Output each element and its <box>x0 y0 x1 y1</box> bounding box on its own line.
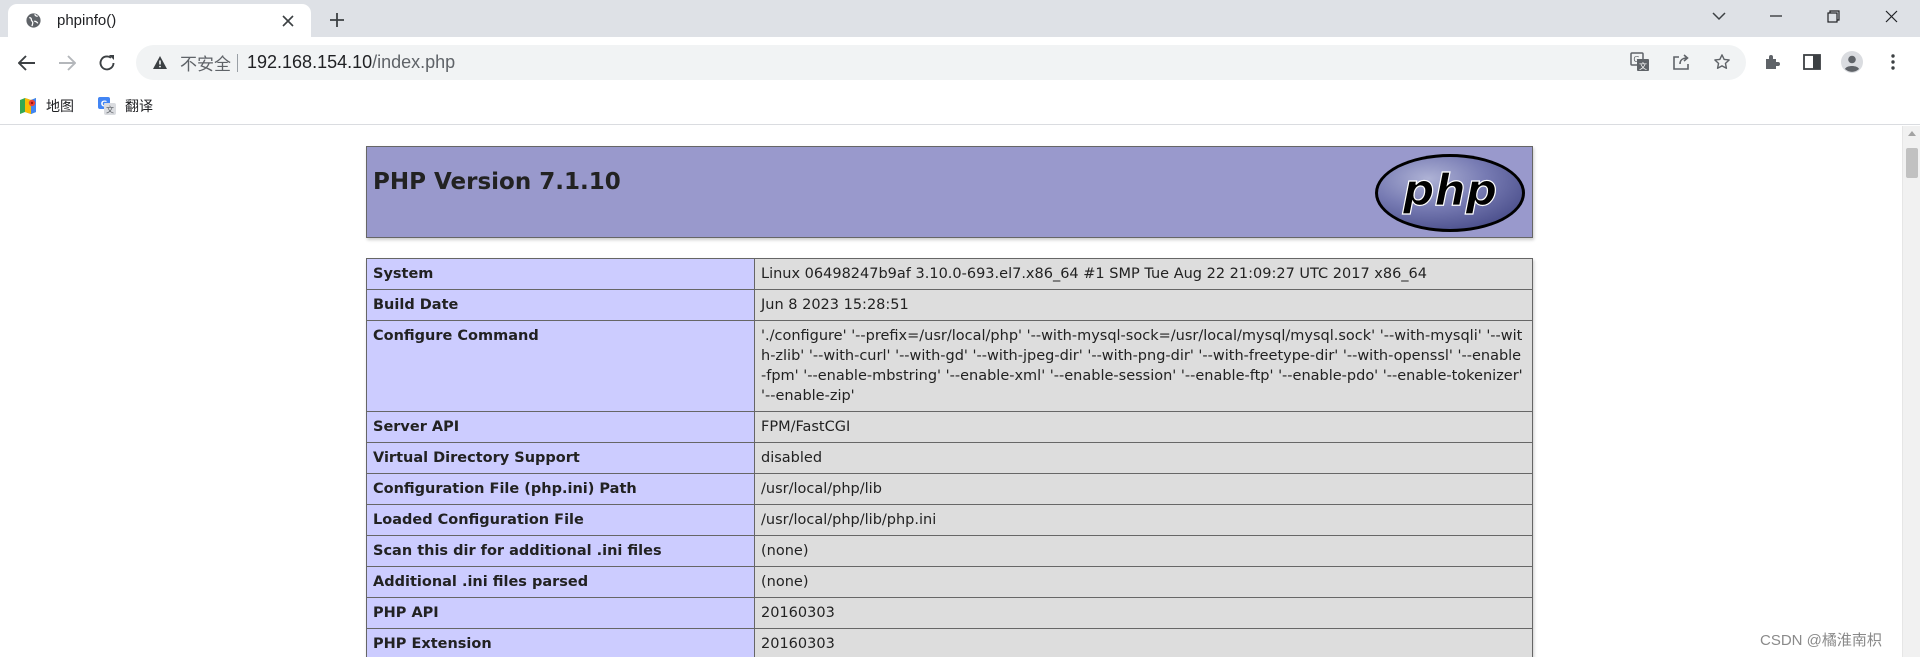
table-row: Additional .ini files parsed (none) <box>366 566 1533 598</box>
tab-title: phpinfo() <box>57 12 117 29</box>
table-row: PHP Extension 20160303 <box>366 628 1533 657</box>
reload-button[interactable] <box>90 46 124 80</box>
watermark: CSDN @橘淮南枳 <box>1760 632 1882 649</box>
security-label[interactable]: 不安全 <box>180 50 231 75</box>
row-value: './configure' '--prefix=/usr/local/php' … <box>754 320 1533 412</box>
tab-strip: phpinfo() <box>0 0 1920 37</box>
svg-text:文: 文 <box>1639 61 1647 71</box>
row-value: 20160303 <box>754 628 1533 657</box>
table-row: Configuration File (php.ini) Path/usr/lo… <box>366 473 1533 505</box>
extensions-icon[interactable] <box>1755 45 1789 79</box>
url-path: /index.php <box>372 52 456 72</box>
row-value: /usr/local/php/lib/php.ini <box>754 504 1533 536</box>
row-key: Virtual Directory Support <box>366 442 755 474</box>
new-tab-button[interactable] <box>322 5 352 35</box>
row-value: 20160303 <box>754 597 1533 629</box>
table-row: Loaded Configuration File/usr/local/php/… <box>366 504 1533 536</box>
table-row: Virtual Directory Support disabled <box>366 442 1533 474</box>
bookmark-translate[interactable]: G文 翻译 <box>98 92 153 120</box>
tab-close-icon[interactable] <box>277 10 299 32</box>
php-info-table: System Linux 06498247b9af 3.10.0-693.el7.… <box>366 258 1533 657</box>
address-bar[interactable]: 不安全 192.168.154.10/index.php <box>136 45 1746 80</box>
back-button[interactable] <box>10 46 44 80</box>
page-scrollbar[interactable] <box>1902 126 1920 657</box>
php-logo[interactable]: php <box>1374 153 1526 233</box>
bookmark-star-icon[interactable] <box>1705 45 1739 79</box>
row-key: PHP API <box>366 597 755 629</box>
php-version-header: PHP Version 7.1.10 php <box>366 146 1533 238</box>
table-row: Server API FPM/FastCGI <box>366 411 1533 443</box>
row-value: FPM/FastCGI <box>754 411 1533 443</box>
restore-icon[interactable] <box>1810 0 1856 32</box>
tab-search-icon[interactable] <box>1696 0 1742 32</box>
scrollbar-thumb[interactable] <box>1906 148 1918 178</box>
svg-text:php: php <box>1402 165 1497 216</box>
table-row: Configure Command './configure' '--prefix… <box>366 320 1533 412</box>
svg-text:G: G <box>1633 55 1639 64</box>
address-separator <box>237 53 238 72</box>
row-key: Loaded Configuration File <box>366 504 755 536</box>
row-value: (none) <box>754 535 1533 567</box>
row-value: (none) <box>754 566 1533 598</box>
globe-icon <box>24 11 43 30</box>
translate-page-icon[interactable]: 文G <box>1623 45 1657 79</box>
row-key: Configure Command <box>366 320 755 412</box>
scroll-up-icon[interactable] <box>1908 131 1916 136</box>
row-key: Scan this dir for additional .ini files <box>366 535 755 567</box>
minimize-icon[interactable] <box>1753 0 1799 32</box>
row-value: /usr/local/php/lib <box>754 473 1533 505</box>
table-row: PHP API 20160303 <box>366 597 1533 629</box>
table-row: Scan this dir for additional .ini files(… <box>366 535 1533 567</box>
page-viewport[interactable]: PHP Version 7.1.10 php System Linux 06498… <box>0 126 1902 657</box>
row-key: Configuration File (php.ini) Path <box>366 473 755 505</box>
table-row: Build Date Jun 8 2023 15:28:51 <box>366 289 1533 321</box>
side-panel-icon[interactable] <box>1795 45 1829 79</box>
close-window-icon[interactable] <box>1868 0 1914 32</box>
warning-icon[interactable] <box>150 53 170 73</box>
row-key: Build Date <box>366 289 755 321</box>
row-value: Linux 06498247b9af 3.10.0-693.el7.x86_64… <box>754 258 1533 290</box>
more-menu-icon[interactable] <box>1876 45 1910 79</box>
row-value: disabled <box>754 442 1533 474</box>
php-version-title: PHP Version 7.1.10 <box>373 169 621 195</box>
svg-text:文: 文 <box>106 105 114 115</box>
row-key: System <box>366 258 755 290</box>
profile-avatar-icon[interactable] <box>1835 45 1869 79</box>
phpinfo-content: PHP Version 7.1.10 php System Linux 06498… <box>366 146 1533 657</box>
url-host: 192.168.154.10 <box>247 52 373 72</box>
toolbar: 不安全 192.168.154.10/index.php 文G <box>0 37 1920 87</box>
row-value: Jun 8 2023 15:28:51 <box>754 289 1533 321</box>
row-key: Server API <box>366 411 755 443</box>
bookmark-label: 地图 <box>46 98 74 114</box>
row-key: PHP Extension <box>366 628 755 657</box>
tab-phpinfo[interactable]: phpinfo() <box>8 4 311 37</box>
maps-icon <box>20 98 36 114</box>
bookmark-label: 翻译 <box>125 98 153 114</box>
row-key: Additional .ini files parsed <box>366 566 755 598</box>
bookmarks-bar: 地图 G文 翻译 <box>0 87 1920 125</box>
table-row: System Linux 06498247b9af 3.10.0-693.el7.… <box>366 258 1533 290</box>
bookmark-maps[interactable]: 地图 <box>19 92 74 120</box>
share-icon[interactable] <box>1664 45 1698 79</box>
translate-icon: G文 <box>98 97 116 115</box>
forward-button[interactable] <box>50 46 84 80</box>
